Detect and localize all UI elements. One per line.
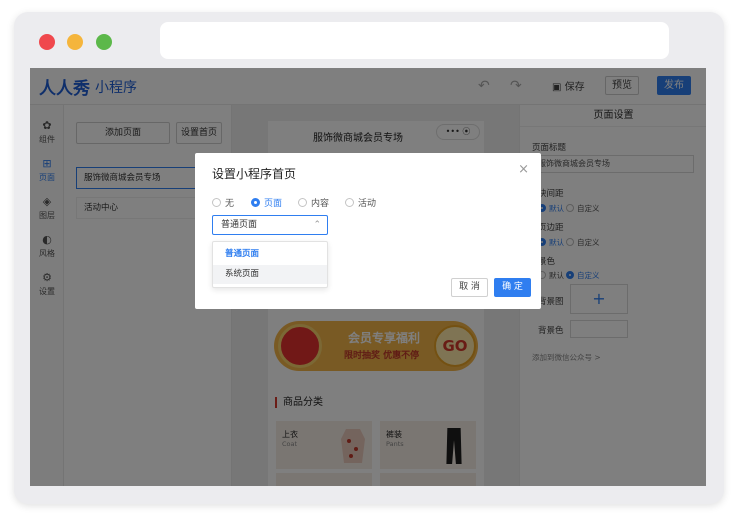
address-bar[interactable] [160,22,669,59]
page-type-dropdown: 普通页面 系统页面 [212,241,328,288]
set-home-dialog: 设置小程序首页 × 无 页面 内容 活动 普通页面 ⌃ 普通页面 系统页面 取 消… [195,153,541,309]
confirm-button[interactable]: 确 定 [494,278,531,297]
page-type-select[interactable]: 普通页面 ⌃ [212,215,328,235]
minimize-window-button[interactable] [67,34,83,50]
close-window-button[interactable] [39,34,55,50]
chevron-up-icon: ⌃ [313,220,321,230]
radio-none[interactable]: 无 [212,196,234,209]
maximize-window-button[interactable] [96,34,112,50]
radio-activity[interactable]: 活动 [345,196,376,209]
radio-page[interactable]: 页面 [251,196,282,209]
cancel-button[interactable]: 取 消 [451,278,488,297]
radio-content[interactable]: 内容 [298,196,329,209]
dialog-title: 设置小程序首页 [212,167,297,181]
close-icon[interactable]: × [518,162,529,177]
option-system-page[interactable]: 系统页面 [213,265,327,284]
option-normal-page[interactable]: 普通页面 [213,245,327,264]
